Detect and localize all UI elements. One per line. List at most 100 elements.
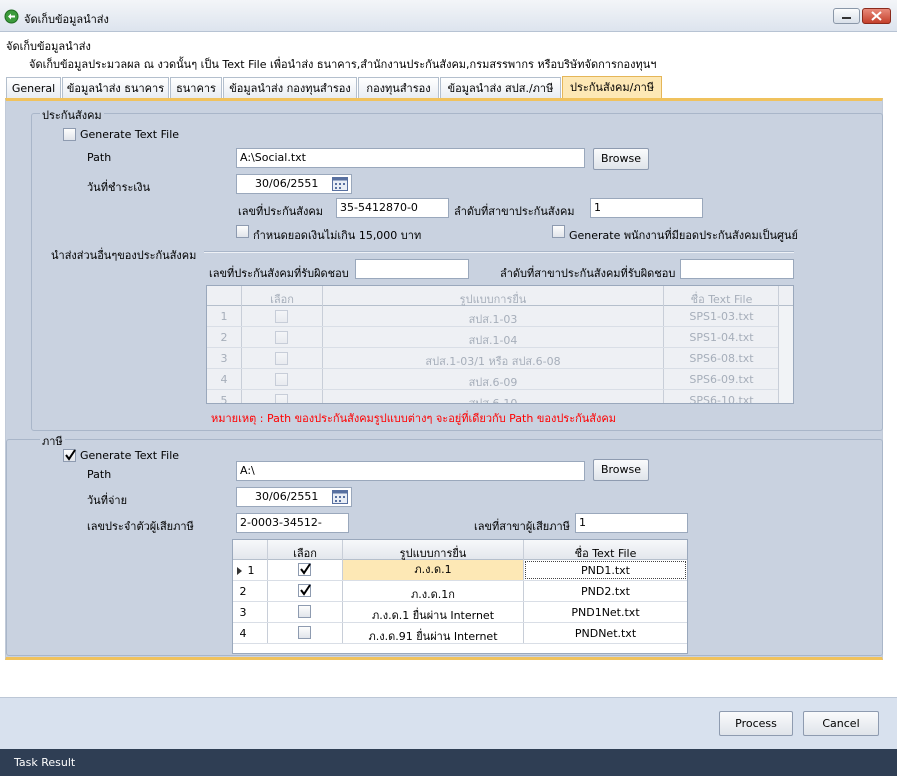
row-select-checkbox (275, 394, 288, 403)
social-path-label: Path (87, 151, 112, 164)
limit-15000-checkbox[interactable] (236, 225, 249, 238)
row-format: สปส.6-10 (468, 397, 518, 404)
minimize-button[interactable] (833, 8, 860, 24)
tax-forms-grid: เลือก รูปแบบการยื่น ชื่อ Text File 1 ภ.ง… (232, 539, 688, 654)
row-number: 4 (239, 627, 247, 640)
social-forms-grid: เลือก รูปแบบการยื่น ชื่อ Text File 1 สปส… (206, 285, 794, 404)
minimize-icon (842, 17, 851, 19)
row-number: 2 (239, 585, 247, 598)
ss-branch-input[interactable]: 1 (590, 198, 703, 218)
row-file: SPS1-04.txt (689, 331, 754, 344)
ss-no-label: เลขที่ประกันสังคม (238, 205, 323, 218)
limit-15000-label: กำหนดยอดเงินไม่เกิน 15,000 บาท (253, 229, 422, 242)
calendar-icon[interactable] (332, 490, 348, 504)
table-row[interactable]: 1 ภ.ง.ด.1 PND1.txt (233, 560, 687, 581)
row-format: สปส.1-03/1 หรือ สปส.6-08 (425, 355, 561, 368)
close-button[interactable] (862, 8, 891, 24)
tax-path-label: Path (87, 468, 112, 481)
check-icon (300, 584, 311, 596)
row-number: 1 (247, 564, 255, 577)
table-row: 5 สปส.6-10 SPS6-10.txt (207, 390, 778, 404)
tax-branch-input[interactable]: 1 (575, 513, 688, 533)
table-row[interactable]: 3 ภ.ง.ด.1 ยื่นผ่าน Internet PND1Net.txt (233, 602, 687, 623)
table-row[interactable]: 2 ภ.ง.ด.1ก PND2.txt (233, 581, 687, 602)
tax-id-input[interactable]: 2-0003-34512- (236, 513, 349, 533)
generate-zero-checkbox[interactable] (552, 225, 565, 238)
row-file: SPS1-03.txt (689, 310, 754, 323)
tax-id-label: เลขประจำตัวผู้เสียภาษี (87, 520, 194, 533)
row-number: 3 (220, 352, 228, 365)
resp-no-input[interactable] (355, 259, 469, 279)
row-file: PND1Net.txt (571, 606, 640, 619)
status-text: Task Result (14, 756, 76, 769)
row-select-checkbox[interactable] (298, 626, 311, 639)
resp-no-label: เลขที่ประกันสังคมที่รับผิดชอบ (209, 267, 349, 280)
generate-zero-label: Generate พนักงานที่มียอดประกันสังคมเป็นศ… (569, 229, 798, 242)
tab-bank[interactable]: ธนาคาร (170, 77, 222, 100)
tax-group-label: ภาษี (40, 432, 65, 450)
table-row: 3 สปส.1-03/1 หรือ สปส.6-08 SPS6-08.txt (207, 348, 778, 369)
check-icon (300, 563, 311, 575)
tax-grid-header: เลือก รูปแบบการยื่น ชื่อ Text File (233, 540, 687, 560)
resp-branch-label: ลำดับที่สาขาประกันสังคมที่รับผิดชอบ (500, 267, 676, 280)
row-number: 5 (220, 394, 228, 404)
social-generate-label: Generate Text File (80, 128, 180, 141)
tax-path-input[interactable]: A:\ (236, 461, 585, 481)
social-path-input[interactable]: A:\Social.txt (236, 148, 585, 168)
row-select-checkbox (275, 352, 288, 365)
section-divider (204, 251, 794, 253)
cancel-button[interactable]: Cancel (803, 711, 879, 736)
tab-provident-data[interactable]: ข้อมูลนำส่ง กองทุนสำรอง (223, 77, 357, 100)
page-description: จัดเก็บข้อมูลประมวลผล ณ งวดนั้นๆ เป็น Te… (29, 58, 657, 71)
ss-branch-label: ลำดับที่สาขาประกันสังคม (454, 205, 575, 218)
tab-social-tax[interactable]: ประกันสังคม/ภาษี (562, 76, 662, 100)
tab-sso-tax-data[interactable]: ข้อมูลนำส่ง สปส./ภาษี (440, 77, 561, 100)
row-number: 3 (239, 606, 247, 619)
row-number: 1 (220, 310, 228, 323)
status-bar: Task Result (0, 749, 897, 776)
row-select-checkbox[interactable] (298, 584, 311, 597)
title-bar: จัดเก็บข้อมูลนำส่ง (0, 0, 897, 32)
row-format: ภ.ง.ด.1ก (411, 588, 455, 601)
tab-general[interactable]: General (6, 77, 61, 100)
resp-branch-input[interactable] (680, 259, 794, 279)
row-select-checkbox (275, 373, 288, 386)
table-row: 2 สปส.1-04 SPS1-04.txt (207, 327, 778, 348)
social-grid-scrollbar[interactable] (779, 306, 793, 403)
row-select-checkbox[interactable] (298, 605, 311, 618)
tax-generate-label: Generate Text File (80, 449, 180, 462)
social-pay-date-label: วันที่ชำระเงิน (87, 181, 151, 194)
tab-panel: ประกันสังคม Generate Text File Path A:\S… (5, 98, 883, 660)
row-format: ภ.ง.ด.1 ยื่นผ่าน Internet (371, 609, 495, 622)
close-icon (871, 11, 882, 21)
tax-browse-button[interactable]: Browse (593, 459, 649, 481)
page-heading: จัดเก็บข้อมูลนำส่ง (6, 40, 91, 53)
row-select-checkbox (275, 331, 288, 344)
row-file: SPS6-10.txt (689, 394, 754, 404)
tab-bank-data[interactable]: ข้อมูลนำส่ง ธนาคาร (62, 77, 169, 100)
social-grid-header: เลือก รูปแบบการยื่น ชื่อ Text File (207, 286, 793, 306)
footer-bar: Process Cancel (0, 697, 897, 749)
tab-provident[interactable]: กองทุนสำรอง (358, 77, 439, 100)
row-file: SPS6-09.txt (689, 373, 754, 386)
calendar-icon[interactable] (332, 177, 348, 191)
ss-no-input[interactable]: 35-5412870-0 (336, 198, 449, 218)
row-format: ภ.ง.ด.1 (343, 560, 523, 580)
row-format: สปส.6-09 (468, 376, 518, 389)
app-icon (4, 9, 19, 24)
row-number: 4 (220, 373, 228, 386)
social-browse-button[interactable]: Browse (593, 148, 649, 170)
check-icon (65, 449, 76, 461)
tax-branch-label: เลขที่สาขาผู้เสียภาษี (474, 520, 570, 533)
row-file: PNDNet.txt (574, 627, 637, 640)
social-note: หมายเหตุ : Path ของประกันสังคมรูปแบบต่าง… (211, 412, 617, 425)
row-select-checkbox[interactable] (298, 563, 311, 576)
table-row[interactable]: 4 ภ.ง.ด.91 ยื่นผ่าน Internet PNDNet.txt (233, 623, 687, 644)
tax-generate-checkbox[interactable] (63, 449, 76, 462)
row-file: PND1.txt (525, 561, 686, 579)
social-generate-checkbox[interactable] (63, 128, 76, 141)
process-button[interactable]: Process (719, 711, 793, 736)
other-section-label: นำส่งส่วนอื่นๆของประกันสังคม (51, 249, 197, 262)
row-select-checkbox (275, 310, 288, 323)
table-row: 1 สปส.1-03 SPS1-03.txt (207, 306, 778, 327)
